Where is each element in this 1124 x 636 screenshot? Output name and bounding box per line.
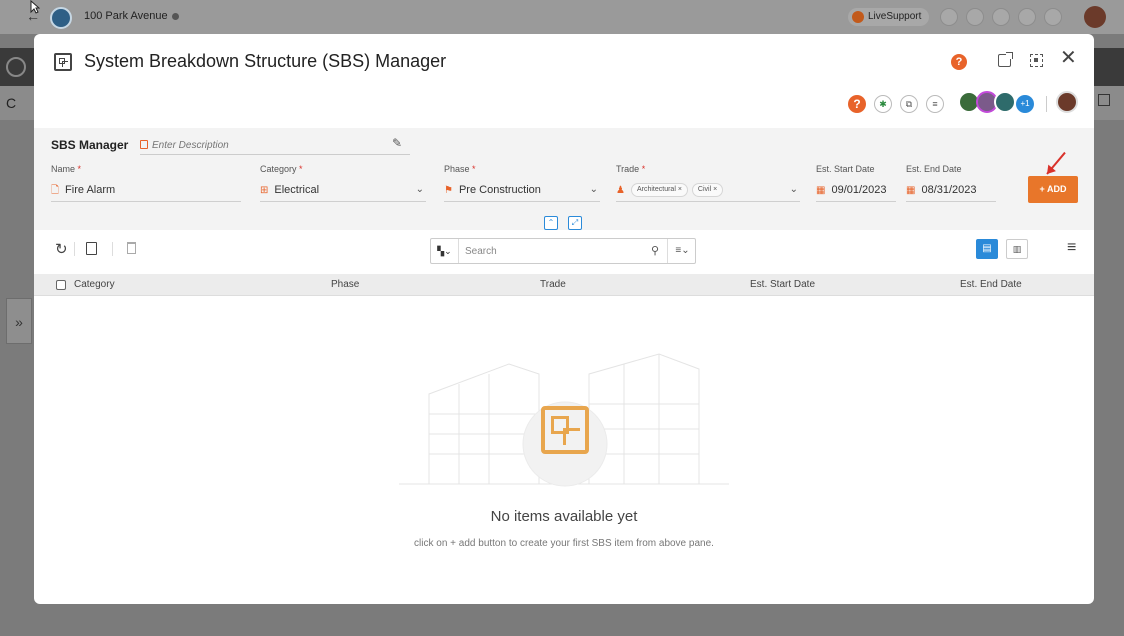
phase-flag-icon: ⚑ [444, 185, 453, 196]
filter-list-icon[interactable]: ≡ [926, 95, 944, 113]
chat-icon[interactable] [1044, 8, 1062, 26]
menu-icon[interactable]: ≡ [1067, 239, 1076, 257]
name-field[interactable]: 🗋 Fire Alarm [51, 180, 241, 202]
help-icon[interactable]: ? [848, 95, 866, 113]
copy-icon[interactable] [992, 8, 1010, 26]
search-icon[interactable]: ⚲ [651, 244, 659, 257]
modal-toolbar: ? ✱ ⧉ ≡ +1 [34, 88, 1094, 128]
chevron-down-icon: ⌄ [789, 184, 798, 195]
description-underline [140, 154, 410, 155]
sbs-manager-modal: System Breakdown Structure (SBS) Manager… [34, 34, 1094, 604]
column-header-phase[interactable]: Phase [331, 279, 359, 290]
search-input[interactable] [465, 243, 635, 259]
live-support-button[interactable]: LiveSupport [848, 8, 930, 26]
column-header-category[interactable]: Category [74, 279, 115, 290]
filter-list-icon[interactable] [1018, 8, 1036, 26]
trade-chip[interactable]: Architectural × [630, 183, 688, 198]
add-button[interactable]: + ADD [1028, 176, 1078, 203]
side-panel-toggle[interactable]: » [6, 298, 32, 344]
app-logo-icon[interactable] [6, 57, 26, 77]
user-avatar[interactable] [1056, 91, 1078, 113]
select-all-checkbox[interactable] [56, 280, 66, 290]
trade-icon: ♟ [616, 185, 625, 196]
sbs-manager-label: SBS Manager [51, 138, 129, 152]
divider [74, 242, 75, 256]
empty-state-subtitle: click on + add button to create your fir… [414, 538, 714, 549]
popout-icon[interactable] [998, 52, 1013, 67]
more-collaborators-badge[interactable]: +1 [1016, 95, 1034, 113]
chevron-down-icon: ⌄ [415, 184, 424, 195]
mouse-cursor-icon [30, 0, 40, 14]
phase-select[interactable]: ⚑ Pre Construction ⌄ [444, 180, 600, 202]
edit-pencil-icon[interactable]: ✎ [392, 136, 402, 150]
maximize-icon[interactable] [1030, 54, 1043, 67]
calendar-icon: ▦ [816, 185, 826, 196]
end-date-label: Est. End Date [906, 164, 962, 174]
chart-view-icon[interactable]: ▥ [1006, 239, 1028, 259]
start-date-label: Est. Start Date [816, 164, 875, 174]
copy-icon[interactable]: ⧉ [900, 95, 918, 113]
sbs-form: SBS Manager ✎ Name * 🗋Fire Alarm Categor… [34, 128, 1094, 230]
category-icon: ⊞ [260, 185, 269, 196]
grid-view-icon[interactable]: ▤ [976, 239, 998, 259]
help-icon[interactable]: ? [951, 54, 967, 70]
pin-icon[interactable]: ⤢ [568, 216, 582, 230]
clover-icon[interactable]: ✱ [874, 95, 892, 113]
column-header-end-date[interactable]: Est. End Date [960, 279, 1022, 290]
trade-chip[interactable]: Civil × [691, 183, 724, 198]
column-header-trade[interactable]: Trade [540, 279, 566, 290]
name-label: Name * [51, 164, 82, 174]
filter-icon[interactable]: ≡⌄ [667, 239, 697, 263]
live-support-icon [852, 11, 864, 23]
collapse-icon[interactable]: ⌃ [544, 216, 558, 230]
search-box: ▚⌄ ⚲ ≡⌄ [430, 238, 696, 264]
file-icon: 🗋 [51, 185, 60, 196]
description-icon [140, 140, 148, 149]
refresh-icon[interactable]: ↻ [55, 240, 68, 258]
calendar-icon: ▦ [906, 185, 916, 196]
subbar-letter: C [6, 95, 17, 111]
category-label: Category * [260, 164, 303, 174]
external-link-icon[interactable] [1098, 94, 1110, 106]
collaborator-avatar[interactable] [994, 91, 1016, 113]
trade-label: Trade * [616, 164, 646, 174]
list-icon[interactable] [940, 8, 958, 26]
trade-select[interactable]: ♟ Architectural × Civil × ⌄ [616, 180, 800, 202]
table-header: Category Phase Trade Est. Start Date Est… [34, 274, 1094, 296]
clover-icon[interactable] [966, 8, 984, 26]
column-header-start-date[interactable]: Est. Start Date [750, 279, 815, 290]
delete-icon[interactable] [127, 242, 136, 254]
annotation-arrow [1046, 151, 1066, 175]
search-mode-icon[interactable]: ▚⌄ [431, 239, 459, 263]
chevron-down-icon: ⌄ [589, 184, 598, 195]
phase-label: Phase * [444, 164, 476, 174]
divider [1046, 96, 1047, 112]
project-name[interactable]: 100 Park Avenue [84, 10, 179, 22]
close-icon[interactable]: ✕ [1060, 48, 1077, 68]
end-date-field[interactable]: ▦ 08/31/2023 [906, 180, 996, 202]
project-avatar[interactable] [50, 7, 72, 29]
sbs-empty-icon [541, 406, 589, 454]
description-input[interactable] [152, 136, 402, 154]
start-date-field[interactable]: ▦ 09/01/2023 [816, 180, 896, 202]
modal-header: System Breakdown Structure (SBS) Manager… [34, 34, 1094, 88]
sbs-icon [54, 53, 72, 71]
user-avatar[interactable] [1084, 6, 1106, 28]
empty-state-title: No items available yet [490, 508, 638, 525]
category-select[interactable]: ⊞ Electrical ⌄ [260, 180, 426, 202]
project-status-icon [171, 12, 179, 20]
divider [112, 242, 113, 256]
modal-title: System Breakdown Structure (SBS) Manager [84, 51, 447, 71]
new-file-icon[interactable] [86, 242, 97, 255]
app-top-bar: ← 100 Park Avenue LiveSupport [0, 0, 1124, 34]
